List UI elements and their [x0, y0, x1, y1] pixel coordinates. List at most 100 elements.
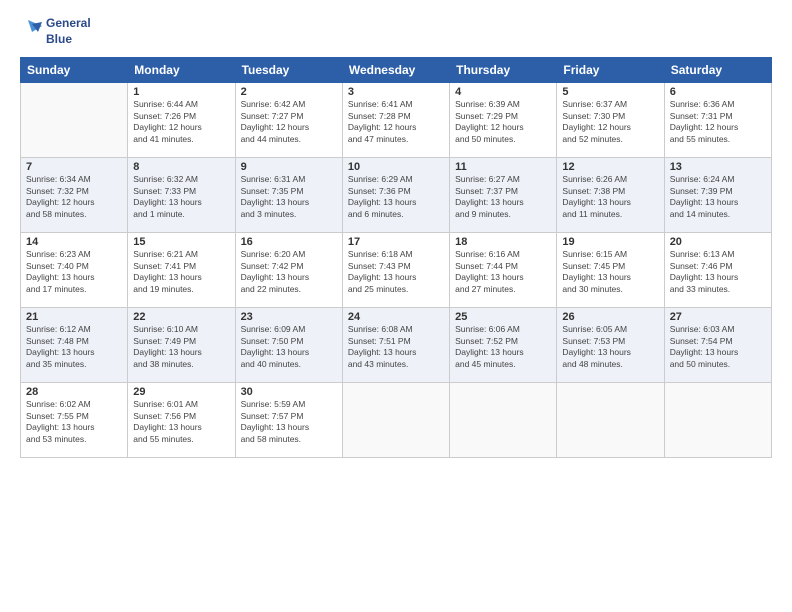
day-number: 21: [26, 311, 122, 323]
day-info: Sunrise: 5:59 AM Sunset: 7:57 PM Dayligh…: [241, 399, 337, 445]
calendar-row-1: 7Sunrise: 6:34 AM Sunset: 7:32 PM Daylig…: [21, 158, 772, 233]
day-info: Sunrise: 6:42 AM Sunset: 7:27 PM Dayligh…: [241, 99, 337, 145]
day-info: Sunrise: 6:32 AM Sunset: 7:33 PM Dayligh…: [133, 174, 229, 220]
calendar-cell: 28Sunrise: 6:02 AM Sunset: 7:55 PM Dayli…: [21, 383, 128, 458]
calendar-cell: 2Sunrise: 6:42 AM Sunset: 7:27 PM Daylig…: [235, 83, 342, 158]
day-info: Sunrise: 6:09 AM Sunset: 7:50 PM Dayligh…: [241, 324, 337, 370]
calendar-cell: 25Sunrise: 6:06 AM Sunset: 7:52 PM Dayli…: [450, 308, 557, 383]
day-info: Sunrise: 6:13 AM Sunset: 7:46 PM Dayligh…: [670, 249, 766, 295]
calendar-body: 1Sunrise: 6:44 AM Sunset: 7:26 PM Daylig…: [21, 83, 772, 458]
calendar-cell: [557, 383, 664, 458]
calendar-cell: 4Sunrise: 6:39 AM Sunset: 7:29 PM Daylig…: [450, 83, 557, 158]
header-cell-sunday: Sunday: [21, 58, 128, 83]
day-info: Sunrise: 6:10 AM Sunset: 7:49 PM Dayligh…: [133, 324, 229, 370]
day-number: 26: [562, 311, 658, 323]
day-info: Sunrise: 6:16 AM Sunset: 7:44 PM Dayligh…: [455, 249, 551, 295]
day-number: 22: [133, 311, 229, 323]
day-info: Sunrise: 6:31 AM Sunset: 7:35 PM Dayligh…: [241, 174, 337, 220]
day-number: 4: [455, 86, 551, 98]
calendar-cell: 16Sunrise: 6:20 AM Sunset: 7:42 PM Dayli…: [235, 233, 342, 308]
calendar-cell: 10Sunrise: 6:29 AM Sunset: 7:36 PM Dayli…: [342, 158, 449, 233]
calendar-cell: 5Sunrise: 6:37 AM Sunset: 7:30 PM Daylig…: [557, 83, 664, 158]
calendar-cell: [664, 383, 771, 458]
calendar-cell: 6Sunrise: 6:36 AM Sunset: 7:31 PM Daylig…: [664, 83, 771, 158]
calendar-row-4: 28Sunrise: 6:02 AM Sunset: 7:55 PM Dayli…: [21, 383, 772, 458]
header-cell-monday: Monday: [128, 58, 235, 83]
calendar-cell: 24Sunrise: 6:08 AM Sunset: 7:51 PM Dayli…: [342, 308, 449, 383]
logo: GeneralBlue: [20, 16, 91, 47]
header-cell-thursday: Thursday: [450, 58, 557, 83]
day-info: Sunrise: 6:08 AM Sunset: 7:51 PM Dayligh…: [348, 324, 444, 370]
logo-bird-icon: [20, 18, 42, 46]
day-info: Sunrise: 6:36 AM Sunset: 7:31 PM Dayligh…: [670, 99, 766, 145]
day-info: Sunrise: 6:37 AM Sunset: 7:30 PM Dayligh…: [562, 99, 658, 145]
calendar-cell: [342, 383, 449, 458]
day-number: 17: [348, 236, 444, 248]
calendar-cell: [21, 83, 128, 158]
day-info: Sunrise: 6:20 AM Sunset: 7:42 PM Dayligh…: [241, 249, 337, 295]
calendar-cell: [450, 383, 557, 458]
day-number: 13: [670, 161, 766, 173]
day-number: 15: [133, 236, 229, 248]
page-header: GeneralBlue: [20, 16, 772, 47]
calendar-cell: 23Sunrise: 6:09 AM Sunset: 7:50 PM Dayli…: [235, 308, 342, 383]
day-number: 14: [26, 236, 122, 248]
day-number: 28: [26, 386, 122, 398]
day-info: Sunrise: 6:29 AM Sunset: 7:36 PM Dayligh…: [348, 174, 444, 220]
day-number: 1: [133, 86, 229, 98]
day-info: Sunrise: 6:05 AM Sunset: 7:53 PM Dayligh…: [562, 324, 658, 370]
day-number: 20: [670, 236, 766, 248]
day-number: 5: [562, 86, 658, 98]
calendar-cell: 3Sunrise: 6:41 AM Sunset: 7:28 PM Daylig…: [342, 83, 449, 158]
day-info: Sunrise: 6:23 AM Sunset: 7:40 PM Dayligh…: [26, 249, 122, 295]
calendar-cell: 11Sunrise: 6:27 AM Sunset: 7:37 PM Dayli…: [450, 158, 557, 233]
logo-text: GeneralBlue: [46, 16, 91, 47]
calendar-cell: 9Sunrise: 6:31 AM Sunset: 7:35 PM Daylig…: [235, 158, 342, 233]
header-cell-wednesday: Wednesday: [342, 58, 449, 83]
day-info: Sunrise: 6:06 AM Sunset: 7:52 PM Dayligh…: [455, 324, 551, 370]
day-number: 23: [241, 311, 337, 323]
day-number: 19: [562, 236, 658, 248]
calendar-cell: 18Sunrise: 6:16 AM Sunset: 7:44 PM Dayli…: [450, 233, 557, 308]
day-number: 25: [455, 311, 551, 323]
day-number: 2: [241, 86, 337, 98]
day-number: 30: [241, 386, 337, 398]
day-number: 16: [241, 236, 337, 248]
day-number: 9: [241, 161, 337, 173]
day-info: Sunrise: 6:34 AM Sunset: 7:32 PM Dayligh…: [26, 174, 122, 220]
calendar-cell: 29Sunrise: 6:01 AM Sunset: 7:56 PM Dayli…: [128, 383, 235, 458]
calendar-cell: 27Sunrise: 6:03 AM Sunset: 7:54 PM Dayli…: [664, 308, 771, 383]
header-cell-friday: Friday: [557, 58, 664, 83]
day-info: Sunrise: 6:24 AM Sunset: 7:39 PM Dayligh…: [670, 174, 766, 220]
day-number: 12: [562, 161, 658, 173]
calendar-cell: 19Sunrise: 6:15 AM Sunset: 7:45 PM Dayli…: [557, 233, 664, 308]
day-info: Sunrise: 6:12 AM Sunset: 7:48 PM Dayligh…: [26, 324, 122, 370]
calendar-cell: 26Sunrise: 6:05 AM Sunset: 7:53 PM Dayli…: [557, 308, 664, 383]
day-info: Sunrise: 6:39 AM Sunset: 7:29 PM Dayligh…: [455, 99, 551, 145]
day-info: Sunrise: 6:44 AM Sunset: 7:26 PM Dayligh…: [133, 99, 229, 145]
day-info: Sunrise: 6:01 AM Sunset: 7:56 PM Dayligh…: [133, 399, 229, 445]
calendar-cell: 13Sunrise: 6:24 AM Sunset: 7:39 PM Dayli…: [664, 158, 771, 233]
calendar-cell: 20Sunrise: 6:13 AM Sunset: 7:46 PM Dayli…: [664, 233, 771, 308]
day-info: Sunrise: 6:21 AM Sunset: 7:41 PM Dayligh…: [133, 249, 229, 295]
day-number: 8: [133, 161, 229, 173]
day-number: 18: [455, 236, 551, 248]
header-row: SundayMondayTuesdayWednesdayThursdayFrid…: [21, 58, 772, 83]
day-number: 3: [348, 86, 444, 98]
day-number: 7: [26, 161, 122, 173]
header-cell-saturday: Saturday: [664, 58, 771, 83]
day-info: Sunrise: 6:15 AM Sunset: 7:45 PM Dayligh…: [562, 249, 658, 295]
day-info: Sunrise: 6:41 AM Sunset: 7:28 PM Dayligh…: [348, 99, 444, 145]
calendar-cell: 30Sunrise: 5:59 AM Sunset: 7:57 PM Dayli…: [235, 383, 342, 458]
calendar-cell: 21Sunrise: 6:12 AM Sunset: 7:48 PM Dayli…: [21, 308, 128, 383]
calendar-cell: 8Sunrise: 6:32 AM Sunset: 7:33 PM Daylig…: [128, 158, 235, 233]
calendar-cell: 12Sunrise: 6:26 AM Sunset: 7:38 PM Dayli…: [557, 158, 664, 233]
day-info: Sunrise: 6:02 AM Sunset: 7:55 PM Dayligh…: [26, 399, 122, 445]
day-number: 29: [133, 386, 229, 398]
calendar-cell: 7Sunrise: 6:34 AM Sunset: 7:32 PM Daylig…: [21, 158, 128, 233]
calendar-cell: 15Sunrise: 6:21 AM Sunset: 7:41 PM Dayli…: [128, 233, 235, 308]
calendar-cell: 17Sunrise: 6:18 AM Sunset: 7:43 PM Dayli…: [342, 233, 449, 308]
day-info: Sunrise: 6:03 AM Sunset: 7:54 PM Dayligh…: [670, 324, 766, 370]
calendar-table: SundayMondayTuesdayWednesdayThursdayFrid…: [20, 57, 772, 458]
calendar-row-3: 21Sunrise: 6:12 AM Sunset: 7:48 PM Dayli…: [21, 308, 772, 383]
